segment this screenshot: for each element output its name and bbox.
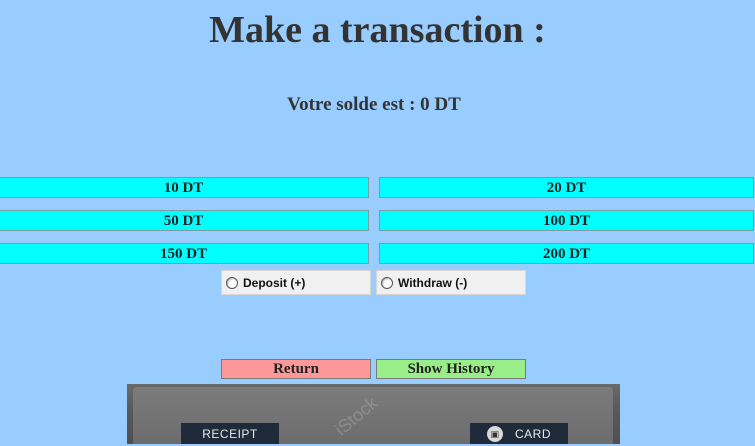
card-label: CARD — [514, 427, 551, 441]
deposit-radio[interactable]: Deposit (+) — [221, 270, 371, 295]
page-title: Make a transaction : — [209, 9, 546, 51]
deposit-radio-label: Deposit (+) — [243, 275, 306, 290]
amount-10-button[interactable]: 10 DT — [0, 177, 369, 198]
balance-text: Votre solde est : 0 DT — [287, 94, 461, 115]
withdraw-radio-label: Withdraw (-) — [398, 275, 468, 290]
amount-50-button[interactable]: 50 DT — [0, 210, 369, 231]
atm-photo: iStock RECEIPT ▣ CARD — [127, 384, 620, 444]
deposit-radio-circle[interactable] — [226, 276, 238, 289]
amount-200-button[interactable]: 200 DT — [379, 243, 754, 264]
withdraw-radio[interactable]: Withdraw (-) — [376, 270, 526, 295]
receipt-slot: RECEIPT — [181, 423, 279, 444]
receipt-label: RECEIPT — [202, 427, 258, 441]
withdraw-radio-circle[interactable] — [381, 276, 393, 289]
show-history-button[interactable]: Show History — [376, 359, 526, 379]
card-icon: ▣ — [486, 426, 503, 442]
amount-100-button[interactable]: 100 DT — [379, 210, 754, 231]
return-button[interactable]: Return — [221, 359, 371, 379]
amount-150-button[interactable]: 150 DT — [0, 243, 369, 264]
amount-20-button[interactable]: 20 DT — [379, 177, 754, 198]
card-slot: ▣ CARD — [470, 423, 568, 444]
